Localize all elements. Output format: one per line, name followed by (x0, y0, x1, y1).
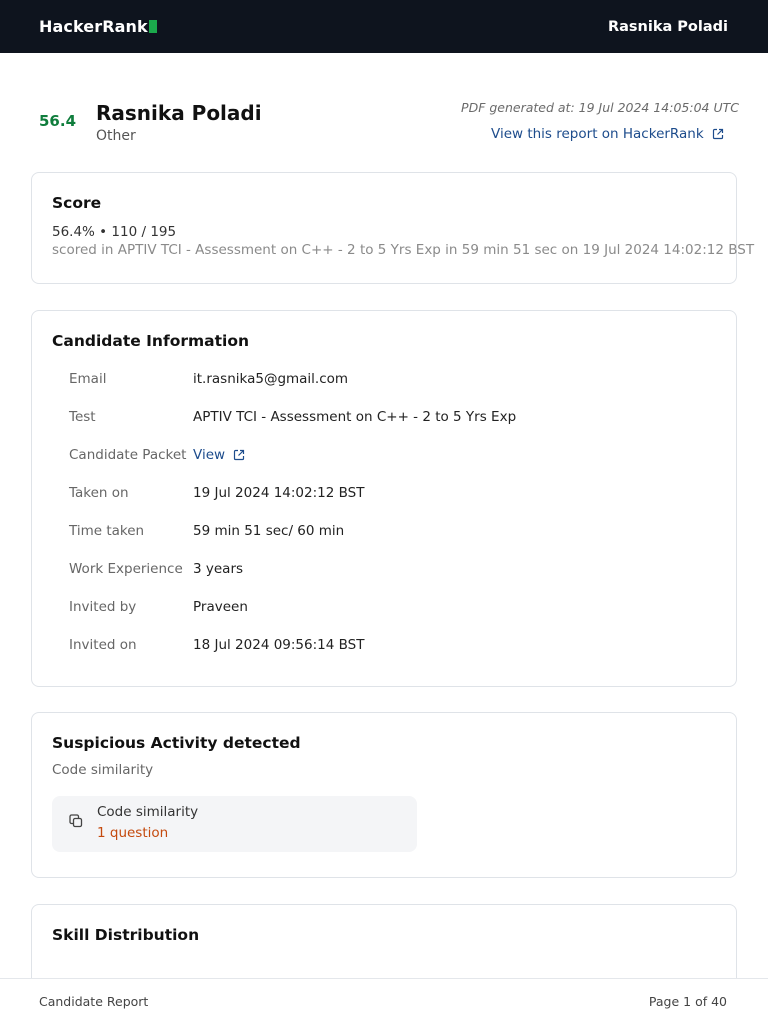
external-link-icon (233, 449, 245, 461)
info-row-work-experience: Work Experience 3 years (52, 550, 716, 588)
info-row-candidate-packet: Candidate Packet View (52, 436, 716, 474)
candidate-name: Rasnika Poladi (96, 101, 262, 125)
overall-score: 56.4 (39, 112, 77, 130)
copy-icon (69, 814, 83, 828)
candidate-info-title: Candidate Information (52, 332, 250, 350)
info-label: Invited on (69, 637, 137, 653)
suspicious-activity-card: Suspicious Activity detected Code simila… (31, 712, 737, 878)
suspicious-activity-subtitle: Code similarity (52, 762, 154, 778)
score-description: scored in APTIV TCI - Assessment on C++ … (52, 242, 755, 258)
external-link-icon (712, 128, 723, 140)
info-value-invited-on: 18 Jul 2024 09:56:14 BST (193, 637, 365, 653)
info-label: Invited by (69, 599, 137, 615)
info-row-invited-by: Invited by Praveen (52, 588, 716, 626)
info-label: Test (69, 409, 96, 425)
score-card-title: Score (52, 194, 102, 212)
info-value-test: APTIV TCI - Assessment on C++ - 2 to 5 Y… (193, 409, 517, 425)
code-similarity-count: 1 question (97, 825, 169, 841)
info-label: Candidate Packet (69, 447, 187, 463)
info-row-invited-on: Invited on 18 Jul 2024 09:56:14 BST (52, 626, 716, 664)
footer-page-number: Page 1 of 40 (648, 994, 727, 1009)
brand-name: HackerRank (39, 17, 148, 36)
info-value-work-experience: 3 years (193, 561, 244, 577)
info-value-invited-by: Praveen (193, 599, 248, 615)
pdf-generated-timestamp: PDF generated at: 19 Jul 2024 14:05:04 U… (461, 100, 739, 115)
code-similarity-label: Code similarity (97, 804, 199, 820)
info-label: Email (69, 371, 107, 387)
footer-report-label: Candidate Report (39, 994, 149, 1009)
score-summary: 56.4% • 110 / 195 (52, 224, 177, 240)
candidate-information-card: Candidate Information Email it.rasnika5@… (31, 310, 737, 687)
candidate-role: Other (96, 128, 136, 144)
view-report-link[interactable]: View this report on HackerRank (491, 126, 724, 142)
brand-mark-icon (148, 20, 157, 33)
suspicious-activity-title: Suspicious Activity detected (52, 734, 301, 752)
info-row-test: Test APTIV TCI - Assessment on C++ - 2 t… (52, 398, 716, 436)
info-label: Taken on (69, 485, 129, 501)
info-value-time-taken: 59 min 51 sec/ 60 min (193, 523, 345, 539)
brand-logo[interactable]: HackerRank (39, 17, 157, 36)
info-label: Work Experience (69, 561, 183, 577)
top-user-name: Rasnika Poladi (607, 18, 728, 35)
info-label: Time taken (69, 523, 145, 539)
score-card: Score 56.4% • 110 / 195 scored in APTIV … (31, 172, 755, 284)
candidate-packet-view-link[interactable]: View (193, 447, 245, 463)
info-row-time-taken: Time taken 59 min 51 sec/ 60 min (52, 512, 716, 550)
skill-distribution-title: Skill Distribution (52, 926, 200, 944)
top-bar: HackerRank Rasnika Poladi (0, 0, 768, 53)
view-report-label: View this report on HackerRank (491, 126, 704, 142)
info-value-email: it.rasnika5@gmail.com (193, 371, 349, 387)
info-row-taken-on: Taken on 19 Jul 2024 14:02:12 BST (52, 474, 716, 512)
page-footer: Candidate Report Page 1 of 40 (0, 978, 768, 1024)
candidate-packet-view-label: View (193, 447, 226, 463)
info-value-taken-on: 19 Jul 2024 14:02:12 BST (193, 485, 365, 501)
code-similarity-item[interactable]: Code similarity 1 question (52, 796, 417, 852)
info-row-email: Email it.rasnika5@gmail.com (52, 360, 716, 398)
report-header: 56.4 Rasnika Poladi Other PDF generated … (39, 100, 739, 150)
